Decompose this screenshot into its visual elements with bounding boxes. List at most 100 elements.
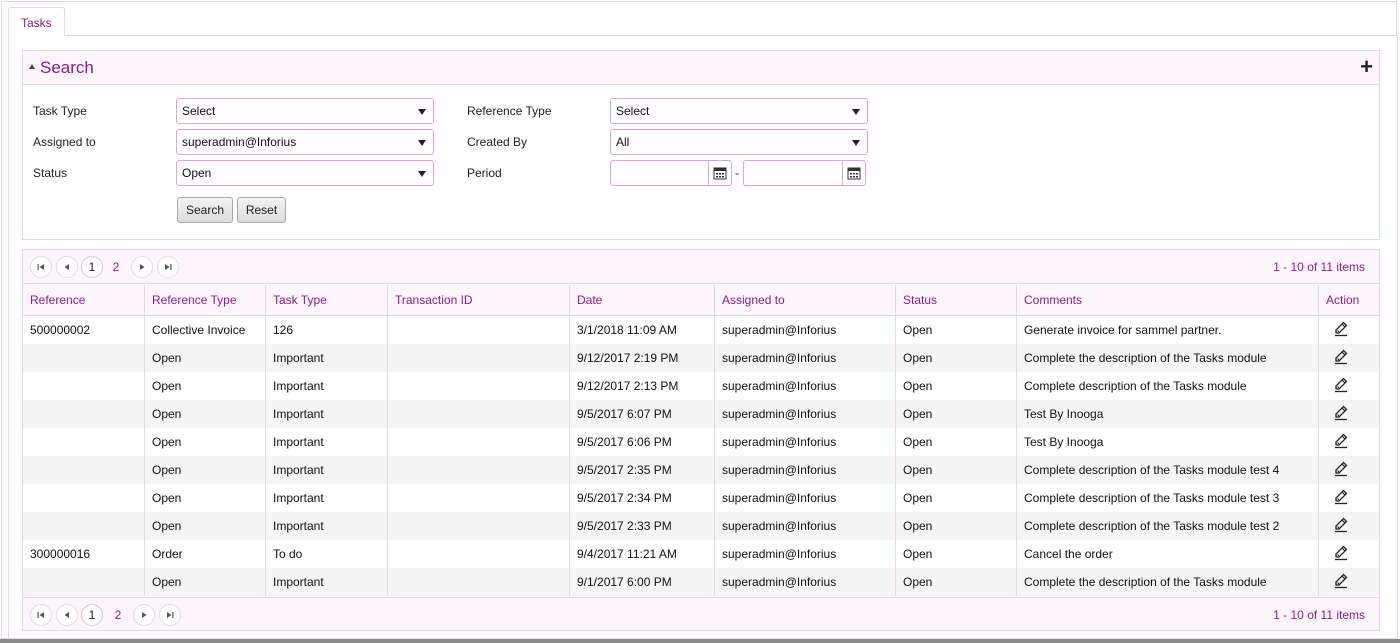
cell-status: Open (896, 344, 1017, 372)
column-header-date[interactable]: Date (570, 285, 715, 315)
page-2[interactable]: 2 (105, 256, 127, 278)
calendar-icon[interactable] (708, 161, 731, 185)
cell-status: Open (896, 316, 1017, 344)
cell-transaction-id (388, 540, 570, 568)
cell-status: Open (896, 400, 1017, 428)
tab-content: Search + Task Type Select Reference Type… (8, 36, 1398, 639)
table-row[interactable]: Open Important 9/5/2017 6:06 PM superadmin@… (23, 428, 1379, 456)
cell-reference-type: Open (145, 372, 266, 400)
page-1[interactable]: 1 (81, 604, 103, 626)
cell-reference-type: Open (145, 484, 266, 512)
column-header-action: Action (1326, 293, 1360, 307)
edit-pencil-icon[interactable] (1333, 517, 1349, 533)
column-header-reference-type[interactable]: Reference Type (145, 285, 266, 315)
chevron-down-icon (418, 109, 426, 115)
edit-pencil-icon[interactable] (1333, 461, 1349, 477)
search-panel: Search + Task Type Select Reference Type… (22, 50, 1380, 240)
triangle-up-icon[interactable] (29, 64, 35, 69)
cell-reference-type: Open (145, 400, 266, 428)
last-page-icon[interactable] (157, 256, 179, 278)
tab-tasks[interactable]: Tasks (8, 7, 65, 37)
table-row[interactable]: Open Important 9/12/2017 2:19 PM superadmin… (23, 344, 1379, 372)
cell-reference (23, 512, 145, 540)
cell-task-type: Important (266, 568, 388, 596)
cell-task-type: Important (266, 344, 388, 372)
table-row[interactable]: Open Important 9/5/2017 2:34 PM superadmin@… (23, 484, 1379, 512)
cell-comments: Complete the description of the Tasks mo… (1017, 344, 1319, 372)
edit-pencil-icon[interactable] (1333, 349, 1349, 365)
cell-date: 3/1/2018 11:09 AM (570, 316, 715, 344)
edit-pencil-icon[interactable] (1333, 545, 1349, 561)
status-select[interactable]: Open (176, 160, 434, 186)
cell-transaction-id (388, 316, 570, 344)
column-header-task-type[interactable]: Task Type (266, 285, 388, 315)
cell-reference-type: Collective Invoice (145, 316, 266, 344)
tabstrip: Tasks (8, 7, 1398, 37)
cell-reference (23, 372, 145, 400)
edit-pencil-icon[interactable] (1333, 573, 1349, 589)
table-row[interactable]: Open Important 9/5/2017 2:35 PM superadmin@… (23, 456, 1379, 484)
status-value: Open (182, 166, 212, 180)
page-2[interactable]: 2 (107, 604, 129, 626)
edit-pencil-icon[interactable] (1333, 405, 1349, 421)
cell-status: Open (896, 428, 1017, 456)
table-row[interactable]: 300000016 Order To do 9/4/2017 11:21 AM supe… (23, 540, 1379, 568)
edit-pencil-icon[interactable] (1333, 489, 1349, 505)
column-header-transaction-id[interactable]: Transaction ID (388, 285, 570, 315)
table-row[interactable]: Open Important 9/1/2017 6:00 PM superadmin@… (23, 568, 1379, 596)
cell-task-type: Important (266, 400, 388, 428)
cell-reference (23, 428, 145, 456)
cell-reference (23, 456, 145, 484)
reset-button[interactable]: Reset (237, 197, 286, 223)
prev-page-icon[interactable] (56, 256, 78, 278)
cell-reference (23, 344, 145, 372)
cell-action (1319, 428, 1379, 456)
prev-page-icon[interactable] (56, 604, 78, 626)
pager-info: 1 - 10 of 11 items (1273, 260, 1365, 274)
first-page-icon[interactable] (30, 604, 52, 626)
column-header-assigned-to[interactable]: Assigned to (715, 285, 896, 315)
edit-pencil-icon[interactable] (1333, 377, 1349, 393)
created-by-select[interactable]: All (610, 129, 868, 155)
first-page-icon[interactable] (30, 256, 52, 278)
cell-assigned-to: superadmin@Inforius (715, 568, 896, 596)
table-row[interactable]: Open Important 9/5/2017 2:33 PM superadmin@… (23, 512, 1379, 540)
column-header-status[interactable]: Status (896, 285, 1017, 315)
cell-assigned-to: superadmin@Inforius (715, 456, 896, 484)
table-row[interactable]: Open Important 9/12/2017 2:13 PM superadmin… (23, 372, 1379, 400)
cell-assigned-to: superadmin@Inforius (715, 484, 896, 512)
cell-date: 9/4/2017 11:21 AM (570, 540, 715, 568)
cell-action (1319, 316, 1379, 344)
cell-assigned-to: superadmin@Inforius (715, 316, 896, 344)
cell-action (1319, 484, 1379, 512)
search-button[interactable]: Search (177, 197, 233, 223)
edit-pencil-icon[interactable] (1333, 433, 1349, 449)
reference-type-select[interactable]: Select (610, 98, 868, 124)
cell-transaction-id (388, 372, 570, 400)
next-page-icon[interactable] (131, 256, 153, 278)
cell-date: 9/5/2017 2:34 PM (570, 484, 715, 512)
last-page-icon[interactable] (159, 604, 181, 626)
edit-pencil-icon[interactable] (1333, 321, 1349, 337)
period-to-input[interactable] (743, 160, 866, 186)
cell-action (1319, 456, 1379, 484)
cell-transaction-id (388, 456, 570, 484)
cell-reference (23, 568, 145, 596)
period-label: Period (467, 166, 502, 180)
plus-icon[interactable]: + (1360, 56, 1373, 78)
assigned-to-select[interactable]: superadmin@Inforius (176, 129, 434, 155)
task-type-select[interactable]: Select (176, 98, 434, 124)
calendar-icon[interactable] (842, 161, 865, 185)
table-row[interactable]: Open Important 9/5/2017 6:07 PM superadmin@… (23, 400, 1379, 428)
chevron-down-icon (852, 140, 860, 146)
period-from-input[interactable] (610, 160, 732, 186)
status-label: Status (33, 166, 68, 180)
column-header-reference[interactable]: Reference (23, 285, 145, 315)
page-1[interactable]: 1 (81, 256, 103, 278)
cell-action (1319, 372, 1379, 400)
search-panel-header[interactable]: Search + (23, 51, 1379, 85)
table-row[interactable]: 500000002 Collective Invoice 126 3/1/2018 1… (23, 316, 1379, 344)
next-page-icon[interactable] (133, 604, 155, 626)
cell-transaction-id (388, 484, 570, 512)
column-header-comments[interactable]: Comments (1017, 285, 1319, 315)
